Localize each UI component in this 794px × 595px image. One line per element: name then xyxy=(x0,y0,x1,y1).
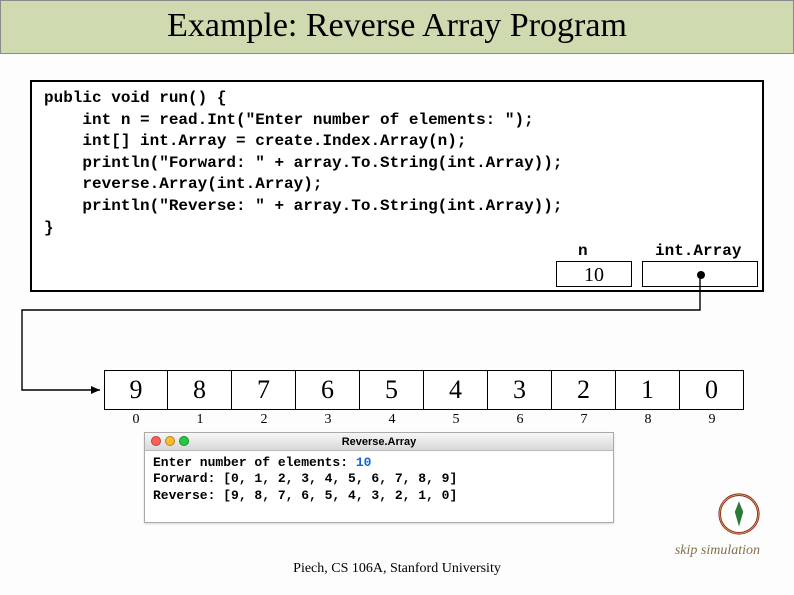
var-n-label: n xyxy=(578,242,588,260)
console-titlebar: Reverse.Array xyxy=(145,433,613,451)
footer-text: Piech, CS 106A, Stanford University xyxy=(0,561,794,577)
array-cell: 3 xyxy=(488,370,552,410)
array-index: 6 xyxy=(488,412,552,428)
array-index: 9 xyxy=(680,412,744,428)
array-index: 4 xyxy=(360,412,424,428)
minimize-icon[interactable] xyxy=(165,436,175,446)
array-cell: 5 xyxy=(360,370,424,410)
array-cell: 9 xyxy=(104,370,168,410)
skip-simulation-link[interactable]: skip simulation xyxy=(675,543,760,559)
array-cell: 0 xyxy=(680,370,744,410)
array-index: 8 xyxy=(616,412,680,428)
console-output: Enter number of elements: 10 Forward: [0… xyxy=(145,451,613,522)
array-cell: 1 xyxy=(616,370,680,410)
array-cell: 8 xyxy=(168,370,232,410)
console-title: Reverse.Array xyxy=(342,436,417,448)
array-cell: 7 xyxy=(232,370,296,410)
array-cell: 4 xyxy=(424,370,488,410)
var-intarray-pointer xyxy=(642,261,758,287)
array-cell: 2 xyxy=(552,370,616,410)
array-index: 0 xyxy=(104,412,168,428)
var-intarray-label: int.Array xyxy=(655,242,741,260)
array-index: 1 xyxy=(168,412,232,428)
zoom-icon[interactable] xyxy=(179,436,189,446)
pointer-dot-icon xyxy=(697,271,705,279)
var-n-value: 10 xyxy=(556,261,632,287)
array-cell: 6 xyxy=(296,370,360,410)
array-index: 7 xyxy=(552,412,616,428)
close-icon[interactable] xyxy=(151,436,161,446)
array-index-row: 0 1 2 3 4 5 6 7 8 9 xyxy=(104,412,744,428)
array-index: 3 xyxy=(296,412,360,428)
console-window: Reverse.Array Enter number of elements: … xyxy=(144,432,614,523)
array-index: 5 xyxy=(424,412,488,428)
stanford-seal-icon xyxy=(718,493,760,535)
slide-title: Example: Reverse Array Program xyxy=(0,0,794,54)
array-cells-row: 9 8 7 6 5 4 3 2 1 0 xyxy=(104,370,744,410)
user-input: 10 xyxy=(356,455,372,470)
array-index: 2 xyxy=(232,412,296,428)
